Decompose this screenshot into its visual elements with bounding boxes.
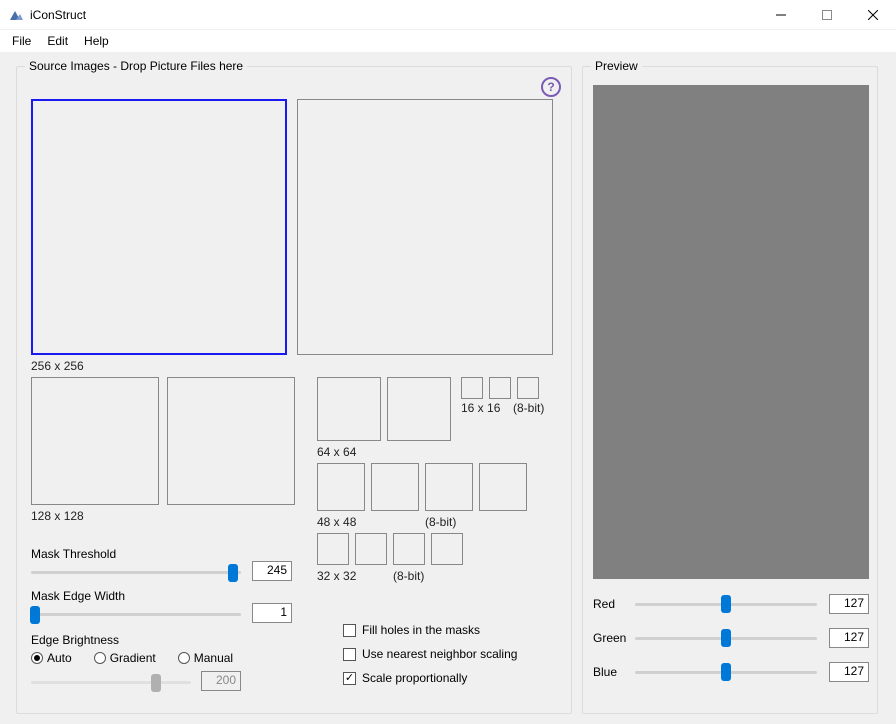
green-row: Green 127 bbox=[593, 627, 869, 649]
green-thumb[interactable] bbox=[721, 629, 731, 647]
slot-48-c[interactable] bbox=[425, 463, 473, 511]
source-images-group: Source Images - Drop Picture Files here … bbox=[16, 66, 572, 714]
slot-64-a[interactable] bbox=[317, 377, 381, 441]
label-48: 48 x 48 bbox=[317, 515, 356, 529]
slot-128-a[interactable] bbox=[31, 377, 159, 505]
app-icon bbox=[8, 7, 24, 23]
blue-label: Blue bbox=[593, 665, 635, 679]
help-icon[interactable]: ? bbox=[541, 77, 561, 97]
label-128: 128 x 128 bbox=[31, 509, 84, 523]
slot-256-b[interactable] bbox=[297, 99, 553, 355]
maximize-button[interactable] bbox=[804, 0, 850, 30]
red-label: Red bbox=[593, 597, 635, 611]
slot-32-d[interactable] bbox=[431, 533, 463, 565]
slot-16-a[interactable] bbox=[461, 377, 483, 399]
edge-brightness-radios: Auto Gradient Manual bbox=[31, 651, 233, 665]
red-slider[interactable] bbox=[635, 603, 817, 606]
slot-32-c[interactable] bbox=[393, 533, 425, 565]
slot-16-b[interactable] bbox=[489, 377, 511, 399]
mask-edge-value[interactable]: 1 bbox=[252, 603, 292, 623]
label-32-8bit: (8-bit) bbox=[393, 569, 424, 583]
red-row: Red 127 bbox=[593, 593, 869, 615]
mask-edge-label: Mask Edge Width bbox=[31, 589, 125, 603]
label-32: 32 x 32 bbox=[317, 569, 356, 583]
source-group-title: Source Images - Drop Picture Files here bbox=[25, 59, 247, 73]
red-value[interactable]: 127 bbox=[829, 594, 869, 614]
window-title: iConStruct bbox=[30, 8, 758, 22]
brightness-value: 200 bbox=[201, 671, 241, 691]
mask-threshold-value[interactable]: 245 bbox=[252, 561, 292, 581]
blue-thumb[interactable] bbox=[721, 663, 731, 681]
green-slider[interactable] bbox=[635, 637, 817, 640]
label-16: 16 x 16 bbox=[461, 401, 500, 415]
radio-manual[interactable]: Manual bbox=[178, 651, 233, 665]
preview-canvas bbox=[593, 85, 869, 579]
label-64: 64 x 64 bbox=[317, 445, 356, 459]
label-16-8bit: (8-bit) bbox=[513, 401, 544, 415]
radio-gradient[interactable]: Gradient bbox=[94, 651, 156, 665]
brightness-slider bbox=[31, 681, 191, 684]
slot-48-d[interactable] bbox=[479, 463, 527, 511]
edge-brightness-label: Edge Brightness bbox=[31, 633, 119, 647]
slot-48-b[interactable] bbox=[371, 463, 419, 511]
menu-help[interactable]: Help bbox=[76, 32, 117, 50]
client-area: 安下载 anxz.com Source Images - Drop Pictur… bbox=[0, 52, 896, 724]
menu-bar: File Edit Help bbox=[0, 30, 896, 52]
titlebar: iConStruct bbox=[0, 0, 896, 30]
mask-edge-slider[interactable] bbox=[31, 613, 241, 616]
green-label: Green bbox=[593, 631, 635, 645]
red-thumb[interactable] bbox=[721, 595, 731, 613]
blue-row: Blue 127 bbox=[593, 661, 869, 683]
slot-256[interactable] bbox=[31, 99, 287, 355]
menu-edit[interactable]: Edit bbox=[39, 32, 76, 50]
mask-threshold-thumb[interactable] bbox=[228, 564, 238, 582]
label-48-8bit: (8-bit) bbox=[425, 515, 456, 529]
preview-group: Preview Red 127 Green 127 Blue 127 bbox=[582, 66, 878, 714]
mask-threshold-slider[interactable] bbox=[31, 571, 241, 574]
green-value[interactable]: 127 bbox=[829, 628, 869, 648]
check-nearest-neighbor[interactable]: Use nearest neighbor scaling bbox=[343, 647, 517, 661]
window-buttons bbox=[758, 0, 896, 30]
slot-64-b[interactable] bbox=[387, 377, 451, 441]
slot-32-a[interactable] bbox=[317, 533, 349, 565]
close-button[interactable] bbox=[850, 0, 896, 30]
label-256: 256 x 256 bbox=[31, 359, 84, 373]
brightness-thumb bbox=[151, 674, 161, 692]
minimize-button[interactable] bbox=[758, 0, 804, 30]
slot-128-b[interactable] bbox=[167, 377, 295, 505]
slot-48-a[interactable] bbox=[317, 463, 365, 511]
blue-slider[interactable] bbox=[635, 671, 817, 674]
mask-threshold-label: Mask Threshold bbox=[31, 547, 116, 561]
menu-file[interactable]: File bbox=[4, 32, 39, 50]
slot-16-c[interactable] bbox=[517, 377, 539, 399]
check-fill-holes[interactable]: Fill holes in the masks bbox=[343, 623, 480, 637]
slot-32-b[interactable] bbox=[355, 533, 387, 565]
preview-title: Preview bbox=[591, 59, 642, 73]
blue-value[interactable]: 127 bbox=[829, 662, 869, 682]
mask-edge-thumb[interactable] bbox=[30, 606, 40, 624]
check-scale-proportional[interactable]: Scale proportionally bbox=[343, 671, 467, 685]
radio-auto[interactable]: Auto bbox=[31, 651, 72, 665]
